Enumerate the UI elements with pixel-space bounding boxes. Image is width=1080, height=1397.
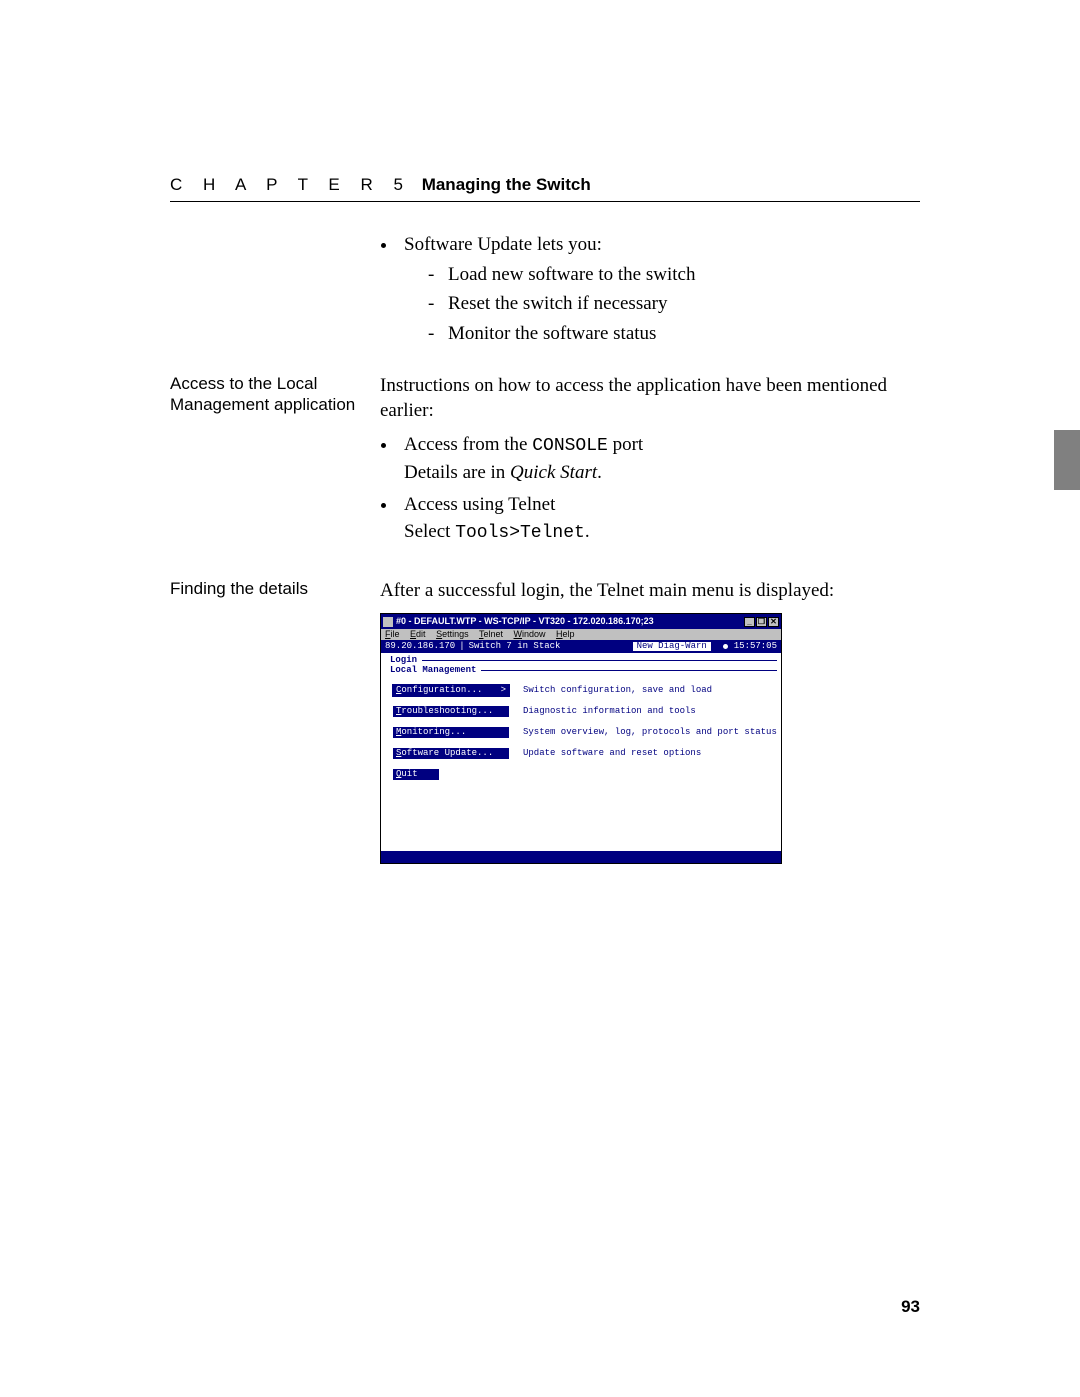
text-software-update: Software Update lets you: Load new softw… [380,232,920,351]
access-bullet-telnet: Access using Telnet Select Tools>Telnet. [398,492,920,546]
frame-login-label: Login [387,656,420,665]
menu-desc-configuration: Switch configuration, save and load [523,686,712,695]
status-dot-icon [723,644,728,649]
access-b2-sub-code: Tools>Telnet [455,523,585,543]
menu-item-quit[interactable]: Quit [393,769,777,780]
access-b2: Access using Telnet [404,494,555,515]
access-b2-sub-pre: Select [404,521,455,542]
app-icon [383,617,393,627]
access-b1-sub-ital: Quick Start [510,462,597,483]
access-b1-sub-pre: Details are in [404,462,510,483]
block-software-update: Software Update lets you: Load new softw… [170,232,920,351]
page: C H A P T E R 5 Managing the Switch Soft… [0,0,1080,1397]
terminal-header: 89.20.186.170 | Switch 7 in Stack New Di… [381,640,781,653]
margin-finding: Finding the details [170,578,380,865]
close-button[interactable]: ✕ [768,617,779,627]
text-finding: After a successful login, the Telnet mai… [380,578,920,865]
term-alarm: New Diag-Warn [633,642,711,651]
menu-desc-software-update: Update software and reset options [523,749,701,758]
access-b2-sub-post: . [585,521,590,542]
menu-edit[interactable]: Edit [410,629,426,639]
body: Software Update lets you: Load new softw… [170,232,920,882]
term-ip: 89.20.186.170 [385,642,455,651]
menu-help[interactable]: Help [556,629,575,639]
menu-desc-monitoring: System overview, log, protocols and port… [523,728,777,737]
sw-update-item-1: Load new software to the switch [428,262,920,288]
sw-update-item-2: Reset the switch if necessary [428,291,920,317]
window-title: #0 - DEFAULT.WTP - WS-TCP/IP - VT320 - 1… [396,617,744,626]
bullet-sw-update: Software Update lets you: Load new softw… [398,232,920,347]
thumb-tab [1054,430,1080,490]
menu-window[interactable]: Window [514,629,546,639]
menu-settings[interactable]: Settings [436,629,469,639]
chapter-title: Managing the Switch [422,175,591,194]
access-b1-post: port [608,434,643,455]
menu-bar: File Edit Settings Telnet Window Help [381,629,781,640]
menu-list: Configuration...> Switch configuration, … [393,685,777,780]
sw-update-intro: Software Update lets you: [404,234,602,255]
access-b1-pre: Access from the [404,434,532,455]
block-access: Access to the Local Management applicati… [170,373,920,552]
menu-desc-troubleshooting: Diagnostic information and tools [523,707,696,716]
page-number: 93 [901,1297,920,1317]
access-intro: Instructions on how to access the applic… [380,373,920,424]
block-finding: Finding the details After a successful l… [170,578,920,865]
menu-item-configuration[interactable]: Configuration...> Switch configuration, … [393,685,777,696]
margin-empty [170,232,380,351]
window-titlebar[interactable]: #0 - DEFAULT.WTP - WS-TCP/IP - VT320 - 1… [381,614,781,629]
terminal-statusbar [381,851,781,863]
running-header: C H A P T E R 5 Managing the Switch [170,175,920,202]
access-b1-code: CONSOLE [532,436,608,456]
menu-item-software-update[interactable]: Software Update... Update software and r… [393,748,777,759]
term-time: 15:57:05 [734,642,777,651]
margin-access: Access to the Local Management applicati… [170,373,380,552]
minimize-button[interactable]: _ [744,617,755,627]
menu-item-troubleshooting[interactable]: Troubleshooting... Diagnostic informatio… [393,706,777,717]
sw-update-item-3: Monitor the software status [428,321,920,347]
frame-local-mgmt-label: Local Management [387,666,479,675]
maximize-button[interactable]: ❐ [756,617,767,627]
menu-item-monitoring[interactable]: Monitoring... System overview, log, prot… [393,727,777,738]
screenshot-telnet-window: #0 - DEFAULT.WTP - WS-TCP/IP - VT320 - 1… [380,613,782,864]
access-b1-sub-post: . [597,462,602,483]
chapter-number: C H A P T E R 5 [170,175,411,194]
access-bullet-console: Access from the CONSOLE port Details are… [398,432,920,486]
text-access: Instructions on how to access the applic… [380,373,920,552]
term-title: Switch 7 in Stack [469,642,633,651]
menu-telnet[interactable]: Telnet [479,629,503,639]
menu-file[interactable]: File [385,629,400,639]
finding-text: After a successful login, the Telnet mai… [380,578,920,604]
terminal-body: Login Local Management Configuration...>… [381,653,781,851]
